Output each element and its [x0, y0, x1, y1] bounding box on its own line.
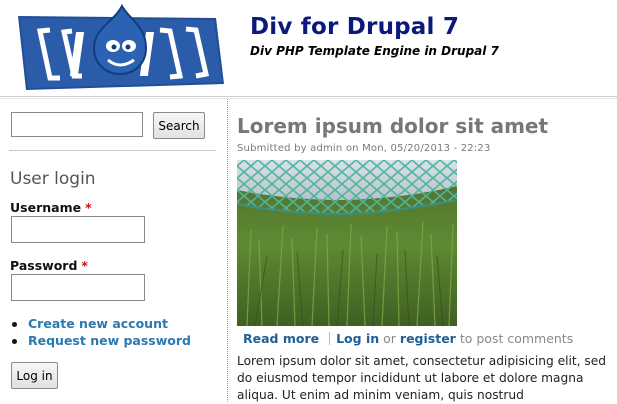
- sidebar-divider: [227, 99, 228, 402]
- username-field[interactable]: [11, 216, 145, 243]
- list-item: Request new password: [10, 333, 191, 350]
- site-logo[interactable]: [10, 4, 234, 94]
- drupal-drop-icon: [92, 4, 148, 76]
- post-comments-text: to post comments: [459, 331, 574, 346]
- login-links: Create new account Request new password: [10, 316, 191, 350]
- links-separator: [329, 332, 331, 345]
- read-more-link[interactable]: Read more: [243, 331, 319, 346]
- request-password-link[interactable]: Request new password: [28, 333, 191, 348]
- article-image: [237, 160, 457, 326]
- article-submitted-info: Submitted by admin on Mon, 05/20/2013 - …: [237, 143, 491, 154]
- user-login-title: User login: [10, 169, 96, 189]
- bullet-icon: [12, 322, 17, 327]
- password-field[interactable]: [11, 274, 145, 301]
- password-label-text: Password: [10, 258, 78, 273]
- list-item: Create new account: [10, 316, 191, 333]
- create-account-link[interactable]: Create new account: [28, 316, 168, 331]
- site-slogan: Div PHP Template Engine in Drupal 7: [250, 44, 499, 58]
- search-button[interactable]: Search: [153, 112, 205, 139]
- bullet-icon: [12, 339, 17, 344]
- article-links: Read more Log in or register to post comm…: [243, 331, 573, 346]
- site-header: Div for Drupal 7 Div PHP Template Engine…: [0, 0, 617, 97]
- article-body: Lorem ipsum dolor sit amet, consectetur …: [237, 354, 606, 402]
- left-sidebar: [0, 99, 227, 402]
- or-text: or: [383, 331, 396, 346]
- article-title[interactable]: Lorem ipsum dolor sit amet: [237, 114, 548, 138]
- site-name[interactable]: Div for Drupal 7: [250, 14, 459, 40]
- search-divider: [9, 150, 216, 151]
- register-link[interactable]: register: [400, 331, 456, 346]
- login-submit-button[interactable]: Log in: [11, 362, 58, 389]
- required-marker: *: [81, 258, 88, 273]
- username-label-text: Username: [10, 200, 82, 215]
- required-marker: *: [85, 200, 92, 215]
- search-input[interactable]: [11, 112, 143, 137]
- login-to-comment-link[interactable]: Log in: [336, 331, 379, 346]
- username-label: Username *: [10, 200, 92, 215]
- password-label: Password *: [10, 258, 88, 273]
- header-divider: [0, 96, 617, 97]
